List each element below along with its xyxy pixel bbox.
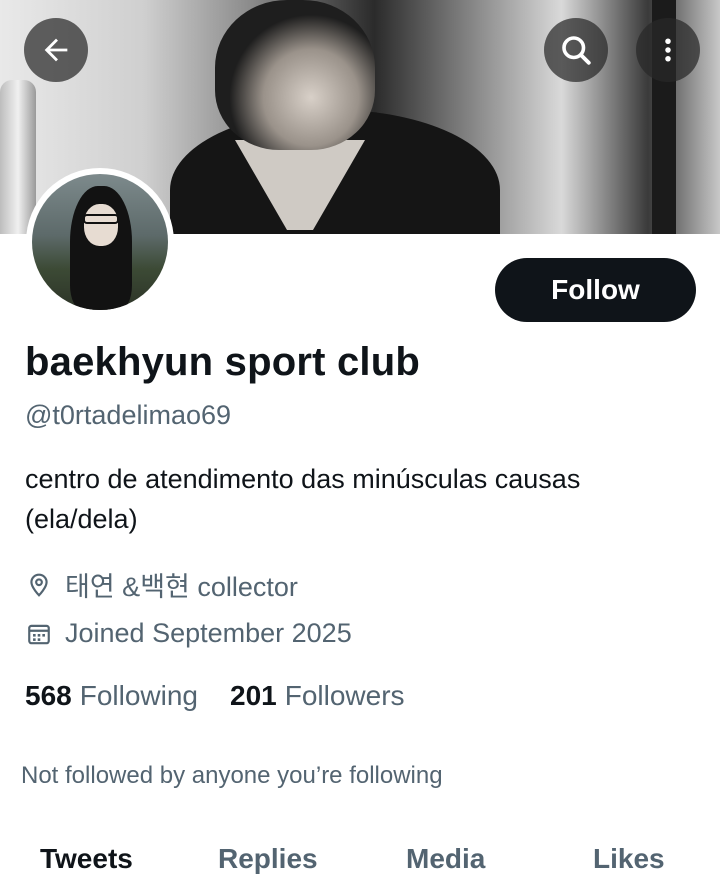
more-vertical-icon [665, 38, 671, 62]
following-count: 568 [25, 680, 72, 711]
search-button[interactable] [544, 18, 608, 82]
location-row: 태연 &백현 collector [25, 565, 298, 604]
avatar-glasses [83, 214, 119, 224]
tab-media[interactable]: Media [406, 843, 485, 875]
profile-tabs: Tweets Replies Media Likes [0, 835, 720, 893]
avatar[interactable] [26, 168, 174, 316]
follow-stats: 568 Following 201 Followers [25, 680, 405, 712]
calendar-icon [25, 620, 53, 648]
tab-likes[interactable]: Likes [593, 843, 665, 875]
arrow-left-icon [44, 38, 68, 62]
user-handle: @t0rtadelimao69 [25, 400, 232, 430]
not-followed-notice: Not followed by anyone you’re following [21, 762, 443, 789]
avatar-face [84, 204, 118, 246]
following-link[interactable]: 568 Following [25, 680, 198, 712]
avatar-image [32, 174, 168, 310]
display-name: baekhyun sport club [25, 340, 420, 384]
banner-figure-head [215, 0, 375, 150]
followers-count: 201 [230, 680, 277, 711]
follow-button[interactable]: Follow [495, 258, 696, 322]
followers-label: Followers [284, 680, 405, 711]
location-pin-icon [25, 571, 53, 599]
following-label: Following [79, 680, 198, 711]
location-text: 태연 &백현 collector [65, 572, 298, 602]
back-button[interactable] [24, 18, 88, 82]
profile-bio: centro de atendimento das minúsculas cau… [25, 464, 581, 534]
joined-row: Joined September 2025 [25, 618, 352, 649]
tab-tweets[interactable]: Tweets [40, 843, 133, 875]
tab-replies[interactable]: Replies [218, 843, 318, 875]
followers-link[interactable]: 201 Followers [230, 680, 405, 712]
more-options-button[interactable] [636, 18, 700, 82]
banner-object [0, 80, 36, 234]
search-icon [562, 36, 591, 65]
joined-text: Joined September 2025 [65, 618, 352, 648]
